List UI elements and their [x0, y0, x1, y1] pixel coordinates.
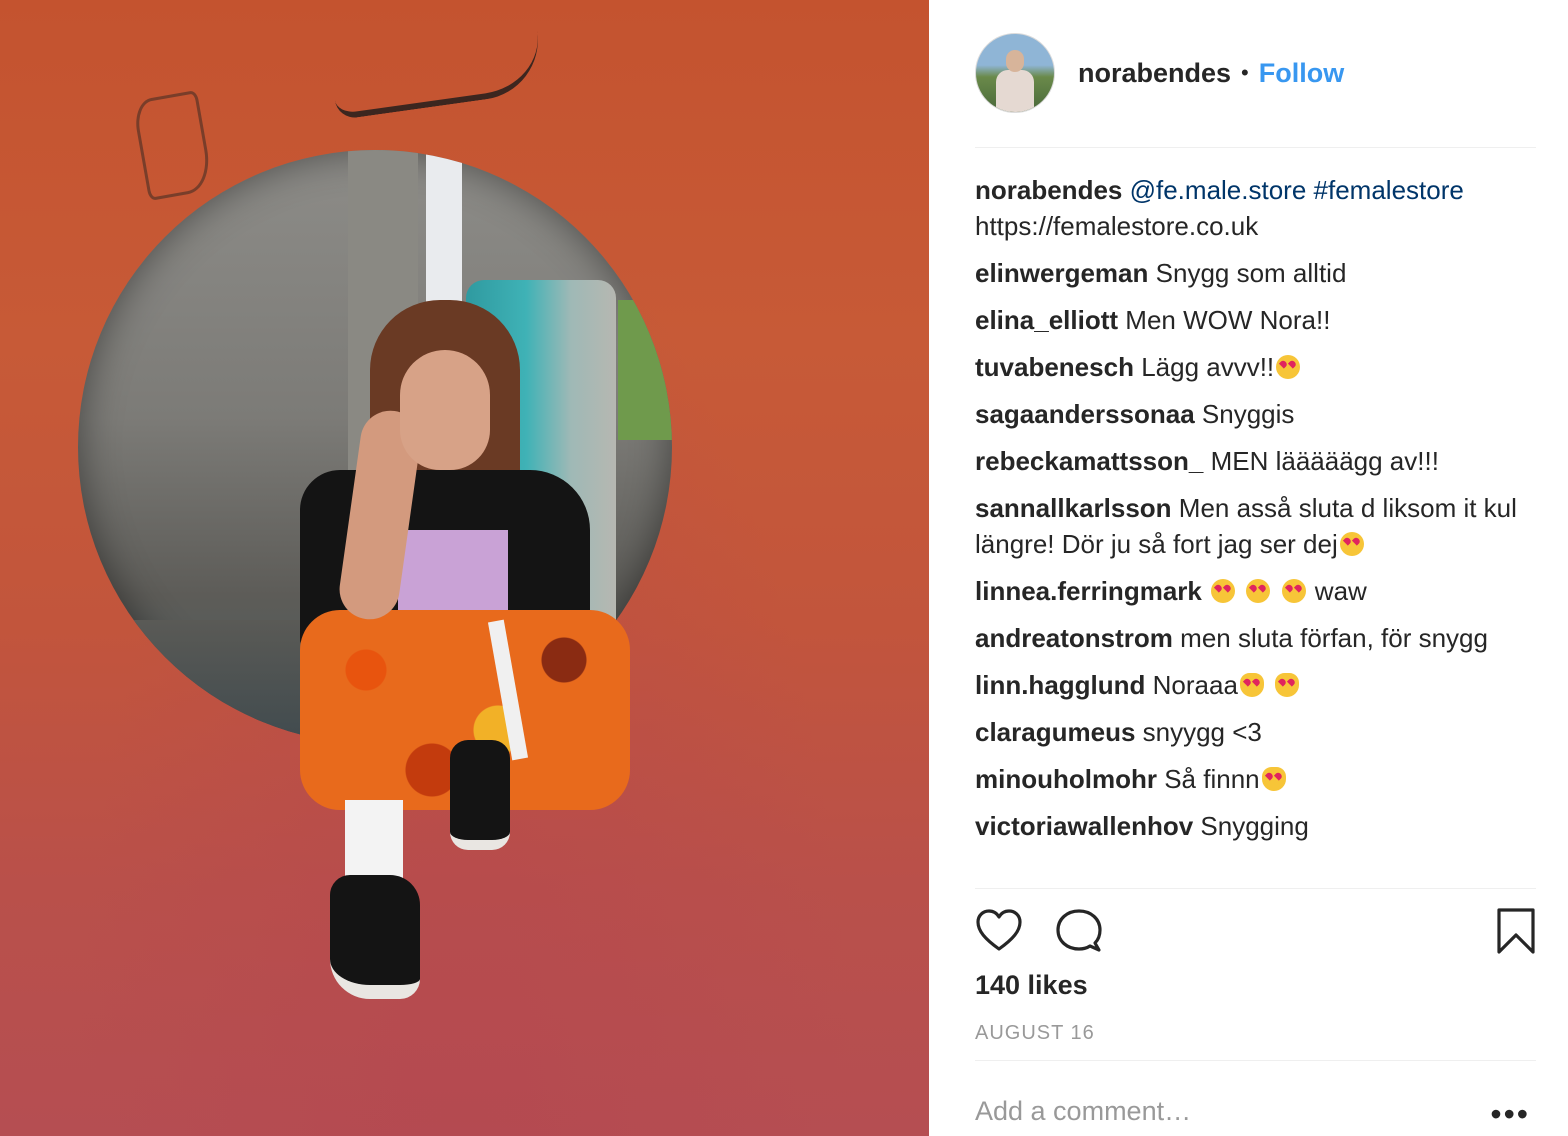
comment-text: men sluta förfan, för snygg: [1180, 623, 1488, 653]
comment-username[interactable]: sannallkarlsson: [975, 493, 1172, 523]
comment-text: Men WOW Nora!!: [1125, 305, 1331, 335]
sky-gap: [426, 150, 462, 320]
graffiti-marking: [324, 0, 546, 121]
comment-username[interactable]: claragumeus: [975, 717, 1135, 747]
comment-icon[interactable]: [1055, 907, 1103, 955]
mention-link[interactable]: @fe.male.store: [1130, 175, 1307, 205]
comment-item: linn.hagglund Noraaa: [975, 667, 1535, 703]
comment-username[interactable]: sagaanderssonaa: [975, 399, 1195, 429]
comment-text: Snyggis: [1201, 399, 1295, 429]
comment-item: tuvabenesch Lägg avvv!!: [975, 349, 1535, 385]
hashtag-link[interactable]: #femalestore: [1314, 175, 1464, 205]
comment-username[interactable]: linnea.ferringmark: [975, 576, 1202, 606]
comments-list: norabendes @fe.male.store #femalestore h…: [975, 172, 1535, 855]
divider: [975, 1060, 1536, 1061]
comment-text: Lägg avvv!!: [1141, 352, 1275, 382]
heart-eyes-emoji-icon: [1281, 579, 1306, 603]
heart-eyes-cat-emoji-icon: [1275, 673, 1300, 697]
post-date[interactable]: AUGUST 16: [975, 1022, 1095, 1045]
comment-username[interactable]: rebeckamattsson_: [975, 446, 1203, 476]
comment-text: Snygging: [1200, 811, 1309, 841]
heart-eyes-cat-emoji-icon: [1261, 767, 1286, 791]
comment-item: victoriawallenhov Snygging: [975, 808, 1535, 844]
heart-eyes-emoji-icon: [1211, 579, 1236, 603]
likes-count[interactable]: 140 likes: [975, 970, 1088, 1001]
caption-url[interactable]: https://femalestore.co.uk: [975, 211, 1258, 241]
follow-button[interactable]: Follow: [1259, 58, 1344, 89]
comment-item: minouholmohr Så finnn: [975, 761, 1535, 797]
heart-icon[interactable]: [975, 907, 1023, 955]
comment-item: elina_elliott Men WOW Nora!!: [975, 302, 1535, 338]
action-bar: [975, 907, 1536, 961]
post-header: norabendes • Follow: [975, 33, 1536, 113]
comment-username[interactable]: tuvabenesch: [975, 352, 1134, 382]
separator-dot: •: [1241, 60, 1249, 85]
comment-username[interactable]: andreatonstrom: [975, 623, 1173, 653]
comment-item: sannallkarlsson Men asså sluta d liksom …: [975, 490, 1535, 562]
comment-username[interactable]: elina_elliott: [975, 305, 1118, 335]
sneaker: [450, 740, 510, 850]
avatar[interactable]: [975, 33, 1055, 113]
comment-item: rebeckamattsson_ MEN lääääägg av!!!: [975, 443, 1535, 479]
heart-eyes-emoji-icon: [1339, 532, 1364, 556]
sneaker: [330, 875, 420, 999]
avatar-figure-head: [1006, 50, 1024, 72]
bookmark-icon[interactable]: [1496, 907, 1536, 955]
heart-eyes-emoji-icon: [1246, 579, 1271, 603]
comment-username[interactable]: elinwergeman: [975, 258, 1148, 288]
divider: [975, 147, 1536, 148]
comment-username[interactable]: linn.hagglund: [975, 670, 1145, 700]
comment-text: Så finnn: [1164, 764, 1260, 794]
divider: [975, 888, 1536, 889]
comment-text: MEN lääääägg av!!!: [1210, 446, 1439, 476]
ellipsis-icon[interactable]: •••: [1490, 1098, 1530, 1130]
heart-eyes-emoji-icon: [1276, 355, 1301, 379]
header-username[interactable]: norabendes: [1078, 58, 1231, 89]
post-sidebar: norabendes • Follow norabendes @fe.male.…: [929, 0, 1568, 1136]
add-comment-input[interactable]: Add a comment…: [975, 1096, 1191, 1127]
heart-eyes-cat-emoji-icon: [1239, 673, 1264, 697]
caption: norabendes @fe.male.store #femalestore h…: [975, 172, 1535, 244]
graffiti-marking: [131, 90, 215, 201]
comment-item: claragumeus snyygg <3: [975, 714, 1535, 750]
comment-item: linnea.ferringmark waw: [975, 573, 1535, 609]
comment-username[interactable]: victoriawallenhov: [975, 811, 1193, 841]
comment-item: elinwergeman Snygg som alltid: [975, 255, 1535, 291]
comment-username[interactable]: norabendes: [975, 175, 1122, 205]
comment-text: Noraaa: [1152, 670, 1238, 700]
avatar-figure-body: [996, 70, 1034, 112]
comment-item: sagaanderssonaa Snyggis: [975, 396, 1535, 432]
comment-text: waw: [1314, 576, 1367, 606]
comment-username[interactable]: minouholmohr: [975, 764, 1157, 794]
post-photo[interactable]: [0, 0, 929, 1136]
comment-text: snyygg <3: [1142, 717, 1262, 747]
comment-item: andreatonstrom men sluta förfan, för sny…: [975, 620, 1535, 656]
person-figure: [290, 300, 690, 1000]
comment-text: Snygg som alltid: [1155, 258, 1347, 288]
face: [400, 350, 490, 470]
